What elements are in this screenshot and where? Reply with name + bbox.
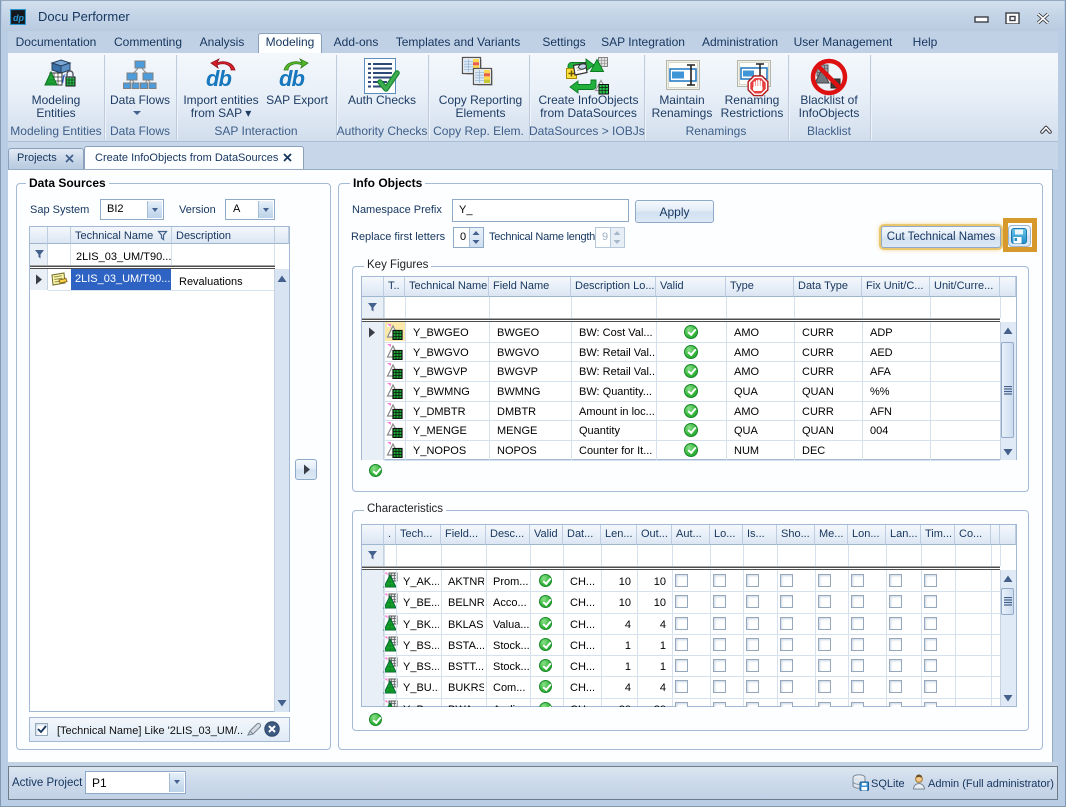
svg-text:dp: dp: [13, 13, 24, 23]
svg-text:f: f: [62, 73, 66, 83]
svg-text:db: db: [279, 66, 304, 90]
svg-text:db: db: [206, 66, 231, 90]
